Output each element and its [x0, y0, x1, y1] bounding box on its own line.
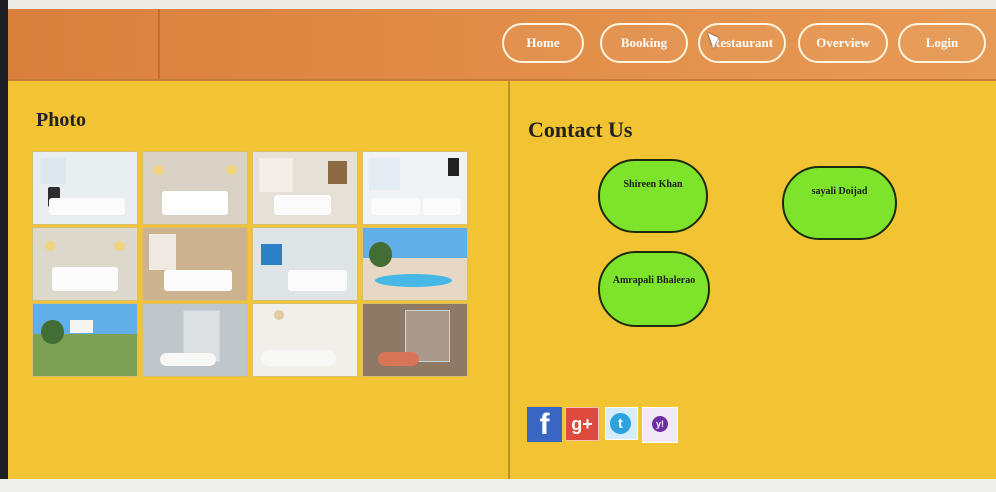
photo-section-title: Photo: [36, 109, 86, 131]
gallery-photo-garden[interactable]: [32, 303, 138, 377]
gallery-photo-bathroom-2[interactable]: [252, 303, 358, 377]
gallery-photo-bathroom-1[interactable]: [142, 303, 248, 377]
gallery-photo-bedroom-2[interactable]: [142, 151, 248, 225]
header-divider: [158, 9, 160, 79]
contact-section-title: Contact Us: [528, 117, 633, 142]
contact-card-sayali-doijad[interactable]: sayali Doijad: [782, 166, 897, 240]
contact-card-shireen-khan[interactable]: Shireen Khan: [598, 159, 708, 233]
yahoo-logo-icon: y!: [652, 416, 668, 432]
nav-booking-button[interactable]: Booking: [600, 23, 688, 63]
twitter-bird-icon: t: [610, 413, 631, 434]
gallery-photo-bedroom-7[interactable]: [252, 227, 358, 301]
gallery-photo-bedroom-3[interactable]: [252, 151, 358, 225]
window-icon: [41, 157, 67, 184]
twitter-icon[interactable]: t: [605, 407, 638, 440]
bottom-strip: [0, 479, 996, 492]
photo-gallery: [32, 151, 468, 377]
contact-card-amrapali-bhalerao[interactable]: Amrapali Bhalerao: [598, 251, 710, 327]
gallery-photo-bedroom-4[interactable]: [362, 151, 468, 225]
left-bezel: [0, 0, 8, 492]
gallery-photo-bedroom-6[interactable]: [142, 227, 248, 301]
nav-overview-button[interactable]: Overview: [798, 23, 888, 63]
facebook-icon[interactable]: f: [527, 407, 562, 442]
nav-login-button[interactable]: Login: [898, 23, 986, 63]
website-screen: Home Booking Restaurant Overview Login P…: [8, 9, 996, 479]
yahoo-icon[interactable]: y!: [642, 407, 678, 443]
gallery-photo-bedroom-1[interactable]: [32, 151, 138, 225]
gallery-photo-bedroom-5[interactable]: [32, 227, 138, 301]
mouse-pointer-icon: [708, 33, 718, 49]
section-divider: [508, 81, 510, 479]
gallery-photo-pool[interactable]: [362, 227, 468, 301]
nav-home-button[interactable]: Home: [502, 23, 584, 63]
gallery-photo-bathroom-3[interactable]: [362, 303, 468, 377]
top-navigation-bar: Home Booking Restaurant Overview Login: [8, 9, 996, 81]
google-plus-icon[interactable]: g+: [565, 407, 599, 441]
